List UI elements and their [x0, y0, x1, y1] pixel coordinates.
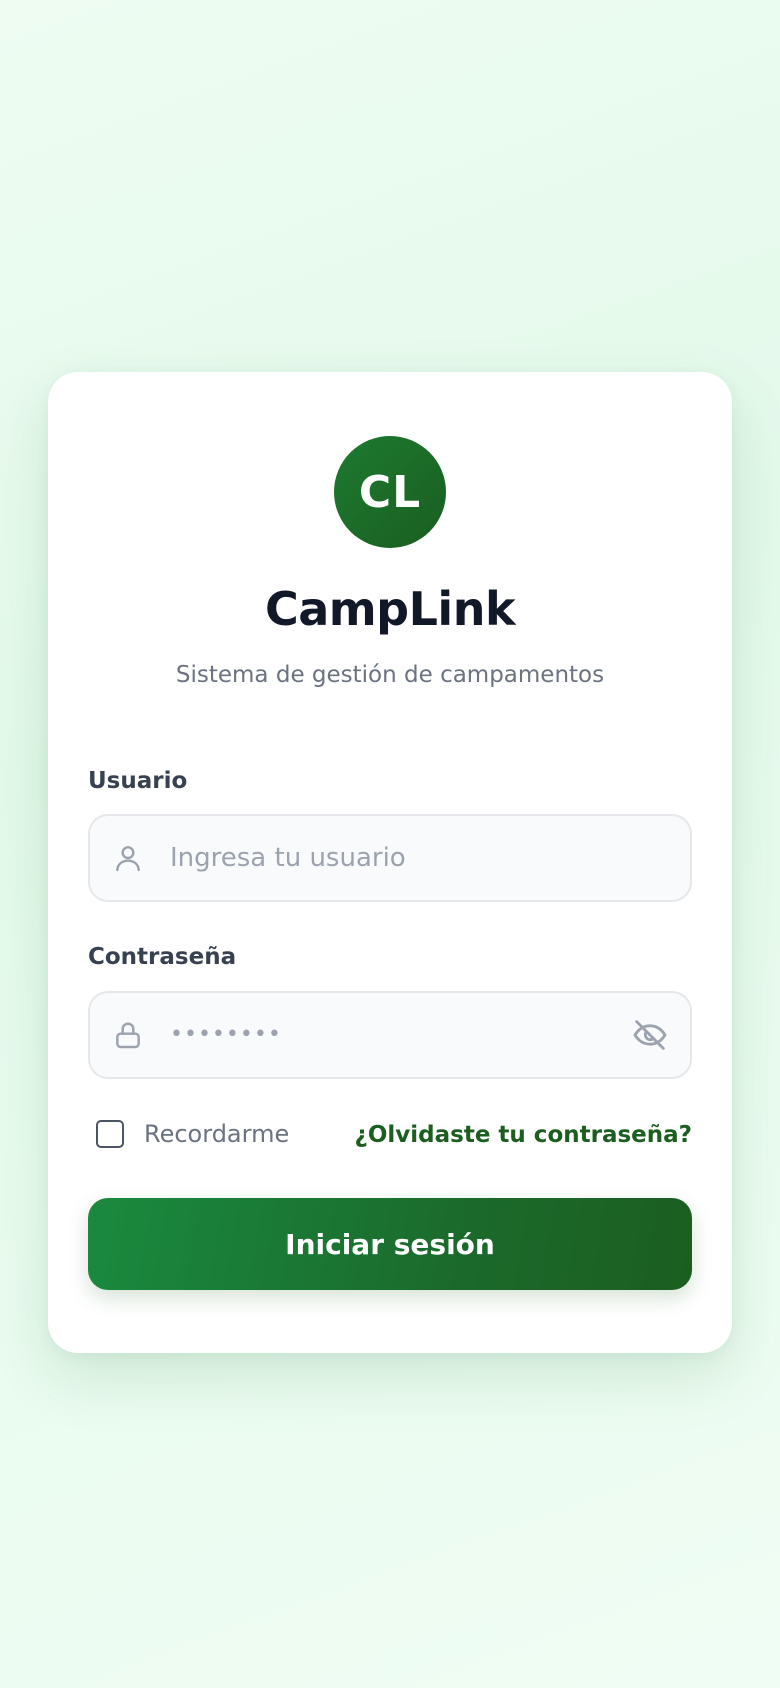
login-card: CL CampLink Sistema de gestión de campam…: [48, 372, 732, 1353]
username-input[interactable]: [170, 816, 610, 900]
username-field[interactable]: [88, 814, 692, 902]
brand-logo: CL: [334, 436, 446, 548]
lock-icon: [116, 1022, 140, 1049]
remember-me-checkbox[interactable]: [96, 1120, 124, 1148]
username-label: Usuario: [88, 768, 188, 794]
remember-me-option[interactable]: Recordarme: [96, 1120, 289, 1148]
logo-initials: CL: [358, 466, 422, 518]
password-label: Contraseña: [88, 944, 237, 970]
login-button[interactable]: Iniciar sesión: [88, 1198, 692, 1290]
remember-me-label: Recordarme: [144, 1120, 290, 1148]
password-input[interactable]: ••••••••: [170, 993, 282, 1077]
forgot-password-link[interactable]: ¿Olvidaste tu contraseña?: [355, 1120, 693, 1150]
app-title: CampLink: [264, 582, 516, 636]
user-icon: [116, 846, 140, 872]
password-field[interactable]: ••••••••: [88, 991, 692, 1079]
app-subtitle: Sistema de gestión de campamentos: [175, 662, 605, 688]
eye-off-icon[interactable]: [630, 1015, 670, 1055]
